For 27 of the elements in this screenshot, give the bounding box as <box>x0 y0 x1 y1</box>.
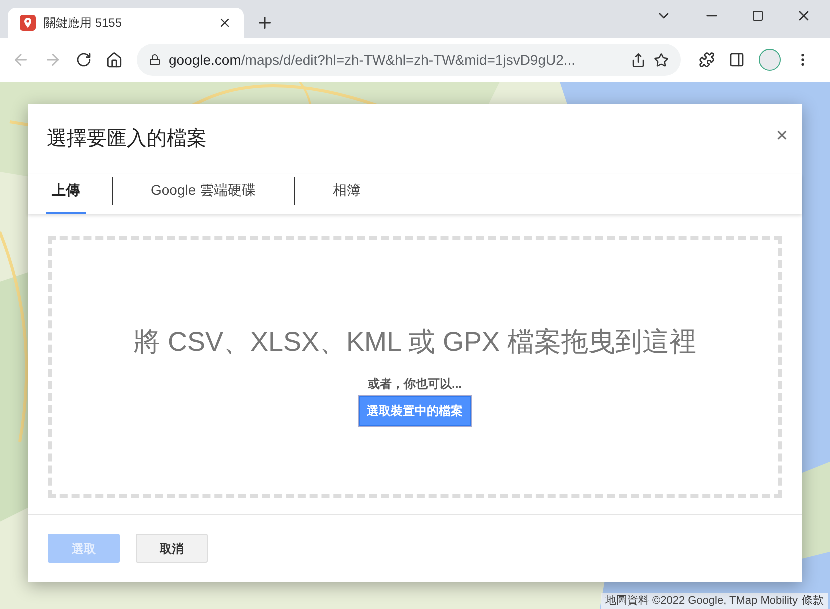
extensions-icon[interactable] <box>699 52 715 68</box>
address-bar[interactable]: google.com/maps/d/edit?hl=zh-TW&hl=zh-TW&mid=1jsvD9gU2... <box>137 44 681 76</box>
attribution-text: 地圖資料 ©2022 Google, TMap Mobility <box>605 594 798 608</box>
side-panel-icon[interactable] <box>729 52 745 68</box>
share-icon[interactable] <box>631 52 646 68</box>
url-text: google.com/maps/d/edit?hl=zh-TW&hl=zh-TW&mid=1jsvD9gU2... <box>169 50 577 70</box>
home-icon[interactable] <box>106 52 123 68</box>
bookmark-star-icon[interactable] <box>654 52 669 68</box>
browser-tab[interactable]: 關鍵應用 5155 <box>8 8 244 38</box>
cancel-button[interactable]: 取消 <box>136 534 208 563</box>
profile-avatar[interactable] <box>759 49 781 71</box>
map-pin-icon <box>20 15 36 31</box>
drop-zone[interactable]: 將 CSV、XLSX、KML 或 GPX 檔案拖曳到這裡 或者，你也可以... 選取裝置中的檔案 <box>48 236 782 498</box>
lock-icon <box>149 54 161 66</box>
maximize-icon[interactable] <box>752 10 764 22</box>
terms-link[interactable]: 條款 <box>802 592 824 609</box>
drop-hint: 或者，你也可以... <box>368 376 462 393</box>
reload-icon[interactable] <box>76 52 92 68</box>
new-tab-icon[interactable] <box>256 14 274 32</box>
close-icon[interactable] <box>218 16 232 30</box>
tab[interactable]: 上傳 <box>46 174 86 214</box>
close-button[interactable]: × <box>776 126 788 146</box>
dialog-title: 選擇要匯入的檔案 <box>47 127 207 152</box>
drop-heading: 將 CSV、XLSX、KML 或 GPX 檔案拖曳到這裡 <box>133 326 697 360</box>
tab[interactable]: Google 雲端硬碟 <box>145 174 262 214</box>
tab-title: 關鍵應用 5155 <box>44 15 124 32</box>
tab[interactable]: 相簿 <box>327 174 368 214</box>
